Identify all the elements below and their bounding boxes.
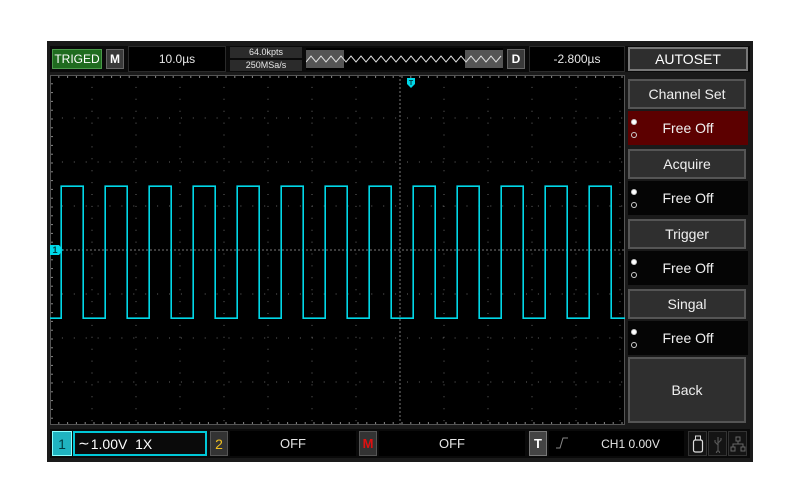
radio-on-icon bbox=[631, 119, 637, 125]
softkey-singal[interactable]: Singal bbox=[628, 289, 746, 319]
acquisition-info: 64.0kpts 250MSa/s bbox=[230, 46, 302, 72]
bottom-status-bar: 1 ∼ 1.00V 1X 2 OFF M OFF T CH1 0.00V bbox=[50, 429, 750, 458]
softkey-channel-set[interactable]: Channel Set bbox=[628, 79, 746, 109]
option-label: Free Off bbox=[662, 260, 714, 276]
waveform-display[interactable]: T 1 bbox=[49, 74, 625, 425]
channel-1-button[interactable]: 1 bbox=[52, 431, 72, 456]
memory-waveform-overview bbox=[306, 50, 503, 68]
radio-off-icon bbox=[631, 342, 637, 348]
option-label: Free Off bbox=[662, 330, 714, 346]
autoset-button[interactable]: AUTOSET bbox=[628, 47, 748, 71]
trigger-button[interactable]: T bbox=[529, 431, 547, 456]
channel-1-scale: 1.00V 1X bbox=[90, 435, 153, 452]
math-button[interactable]: M bbox=[359, 431, 377, 456]
trigger-position-marker[interactable]: T bbox=[407, 78, 415, 88]
timebase-readout[interactable]: 10.0µs bbox=[128, 46, 226, 72]
softkey-trigger[interactable]: Trigger bbox=[628, 219, 746, 249]
softkey-channel-set-option[interactable]: Free Off bbox=[628, 111, 748, 145]
trigger-status-badge: TRIGED bbox=[52, 49, 102, 69]
radio-on-icon bbox=[631, 189, 637, 195]
usb-icon bbox=[708, 431, 727, 456]
trigger-marker-label: T bbox=[409, 80, 414, 87]
radio-off-icon bbox=[631, 202, 637, 208]
softkey-trigger-option[interactable]: Free Off bbox=[628, 251, 748, 285]
softkey-singal-option[interactable]: Free Off bbox=[628, 321, 748, 355]
ac-coupling-icon: ∼ bbox=[78, 435, 90, 451]
channel-2-state[interactable]: OFF bbox=[230, 431, 356, 456]
option-label: Free Off bbox=[662, 190, 714, 206]
softkey-menu: Channel Set Free Off Acquire Free Off Tr… bbox=[626, 75, 750, 425]
trigger-source-level: CH1 0.00V bbox=[601, 436, 660, 451]
network-icon bbox=[728, 431, 747, 456]
radio-off-icon bbox=[631, 132, 637, 138]
trigger-delay-readout[interactable]: -2.800µs bbox=[529, 46, 625, 72]
channel-1-marker-label: 1 bbox=[52, 245, 57, 255]
top-status-bar: TRIGED M 10.0µs 64.0kpts 250MSa/s D -2.8… bbox=[50, 46, 750, 72]
delay-button[interactable]: D bbox=[507, 49, 525, 69]
trigger-settings[interactable]: CH1 0.00V bbox=[549, 431, 684, 456]
memory-position-bar[interactable] bbox=[306, 48, 503, 70]
usb-storage-icon bbox=[688, 431, 707, 456]
channel-1-settings[interactable]: ∼ 1.00V 1X bbox=[73, 431, 207, 456]
sample-rate: 250MSa/s bbox=[230, 60, 302, 71]
radio-on-icon bbox=[631, 329, 637, 335]
softkey-acquire-option[interactable]: Free Off bbox=[628, 181, 748, 215]
radio-on-icon bbox=[631, 259, 637, 265]
option-label: Free Off bbox=[662, 120, 714, 136]
softkey-acquire[interactable]: Acquire bbox=[628, 149, 746, 179]
math-state[interactable]: OFF bbox=[379, 431, 525, 456]
memory-depth: 64.0kpts bbox=[230, 47, 302, 58]
waveform-graticule: T 1 bbox=[49, 74, 625, 425]
graticule-grid bbox=[49, 74, 625, 425]
rising-edge-icon bbox=[556, 437, 568, 449]
radio-off-icon bbox=[631, 272, 637, 278]
menu-button[interactable]: M bbox=[106, 49, 124, 69]
channel-2-button[interactable]: 2 bbox=[210, 431, 228, 456]
back-button[interactable]: Back bbox=[628, 357, 746, 423]
